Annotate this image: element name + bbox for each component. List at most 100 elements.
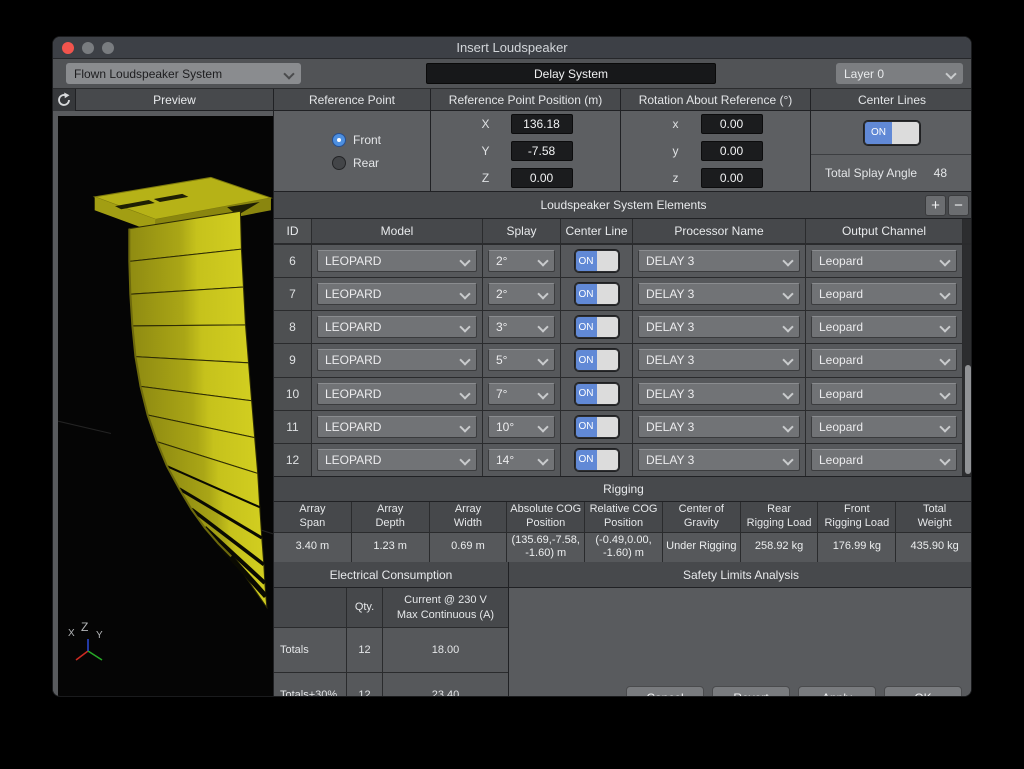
model-dropdown[interactable]: LEOPARD (317, 383, 477, 405)
chevron-down-icon (461, 390, 469, 398)
rotation-x-input[interactable]: 0.00 (701, 114, 763, 134)
output-channel-dropdown[interactable]: Leopard (811, 316, 957, 338)
chevron-down-icon (941, 390, 949, 398)
reset-view-button[interactable] (53, 89, 76, 111)
row-id: 9 (274, 344, 311, 376)
output-value: Leopard (819, 453, 863, 467)
output-channel-dropdown[interactable]: Leopard (811, 416, 957, 438)
model-dropdown[interactable]: LEOPARD (317, 250, 477, 272)
rotation-z-input[interactable]: 0.00 (701, 168, 763, 188)
reference-front-radio[interactable]: Front (332, 133, 381, 147)
minimize-window-icon[interactable] (82, 42, 94, 54)
splay-dropdown[interactable]: 10° (488, 416, 555, 438)
revert-button[interactable]: Revert (712, 686, 790, 697)
toolbar: Flown Loudspeaker System Delay System La… (53, 59, 971, 89)
chevron-down-icon (539, 423, 547, 431)
add-element-button[interactable]: + (925, 195, 946, 216)
centerline-toggle[interactable]: ON (575, 250, 619, 272)
model-value: LEOPARD (325, 287, 381, 301)
current-header: Current @ 230 V Max Continuous (A) (383, 588, 508, 627)
table-row: 11 LEOPARD 10° ON DELAY 3 Leopard (274, 411, 972, 443)
model-dropdown[interactable]: LEOPARD (317, 349, 477, 371)
chevron-down-icon (539, 456, 547, 464)
reference-rear-radio[interactable]: Rear (332, 156, 379, 170)
qty-header: Qty. (347, 588, 382, 627)
processor-dropdown[interactable]: DELAY 3 (638, 316, 800, 338)
center-lines-toggle[interactable]: ON (864, 121, 920, 145)
table-row: 6 LEOPARD 2° ON DELAY 3 Leopard (274, 245, 972, 277)
model-value: LEOPARD (325, 453, 381, 467)
position-z-input[interactable]: 0.00 (511, 168, 573, 188)
centerline-toggle[interactable]: ON (575, 316, 619, 338)
top-settings-grid: Reference Point Front Rear (274, 89, 972, 191)
model-dropdown[interactable]: LEOPARD (317, 316, 477, 338)
processor-dropdown[interactable]: DELAY 3 (638, 383, 800, 405)
table-row: 12 LEOPARD 14° ON DELAY 3 Leopard (274, 444, 972, 476)
splay-dropdown[interactable]: 7° (488, 383, 555, 405)
position-x-input[interactable]: 136.18 (511, 114, 573, 134)
system-name-input[interactable]: Delay System (426, 63, 716, 84)
center-of-gravity-value: Under Rigging (663, 533, 740, 563)
toggle-on-label: ON (576, 350, 597, 370)
splay-value: 10° (496, 420, 514, 434)
remove-element-button[interactable]: − (948, 195, 969, 216)
processor-value: DELAY 3 (646, 353, 694, 367)
rotation-y-label: y (669, 144, 683, 158)
rotation-y-input[interactable]: 0.00 (701, 141, 763, 161)
output-channel-dropdown[interactable]: Leopard (811, 250, 957, 272)
processor-value: DELAY 3 (646, 254, 694, 268)
processor-dropdown[interactable]: DELAY 3 (638, 349, 800, 371)
toggle-knob (597, 384, 618, 404)
layer-dropdown[interactable]: Layer 0 (836, 63, 963, 84)
cancel-button[interactable]: Cancel (626, 686, 704, 697)
splay-dropdown[interactable]: 2° (488, 283, 555, 305)
title-bar: Insert Loudspeaker (53, 37, 971, 59)
centerline-toggle[interactable]: ON (575, 383, 619, 405)
chevron-down-icon (941, 423, 949, 431)
scrollbar-thumb[interactable] (965, 365, 971, 474)
model-dropdown[interactable]: LEOPARD (317, 449, 477, 471)
window-title: Insert Loudspeaker (53, 40, 971, 55)
processor-dropdown[interactable]: DELAY 3 (638, 416, 800, 438)
splay-dropdown[interactable]: 2° (488, 250, 555, 272)
axis-triad: X Z Y (66, 619, 128, 665)
centerline-toggle[interactable]: ON (575, 283, 619, 305)
processor-dropdown[interactable]: DELAY 3 (638, 283, 800, 305)
processor-dropdown[interactable]: DELAY 3 (638, 250, 800, 272)
ok-button[interactable]: OK (884, 686, 962, 697)
output-channel-dropdown[interactable]: Leopard (811, 383, 957, 405)
splay-dropdown[interactable]: 5° (488, 349, 555, 371)
output-channel-dropdown[interactable]: Leopard (811, 283, 957, 305)
electrical-header-label: Electrical Consumption (330, 568, 453, 582)
preview-header: Preview (76, 89, 273, 111)
zoom-window-icon[interactable] (102, 42, 114, 54)
absolute-cog-value: (135.69,-7.58, -1.60) m (507, 533, 584, 563)
processor-value: DELAY 3 (646, 320, 694, 334)
processor-dropdown[interactable]: DELAY 3 (638, 449, 800, 471)
close-window-icon[interactable] (62, 42, 74, 54)
position-z-label: Z (479, 171, 493, 185)
totals30-qty: 12 (347, 673, 382, 697)
toggle-on-label: ON (576, 417, 597, 437)
chevron-down-icon (461, 257, 469, 265)
table-row: 7 LEOPARD 2° ON DELAY 3 Leopard (274, 278, 972, 310)
preview-3d-viewport[interactable]: X Z Y (58, 116, 273, 697)
system-name-value: Delay System (534, 67, 608, 81)
model-dropdown[interactable]: LEOPARD (317, 416, 477, 438)
insert-loudspeaker-dialog: Insert Loudspeaker Flown Loudspeaker Sys… (52, 36, 972, 697)
output-channel-dropdown[interactable]: Leopard (811, 349, 957, 371)
centerline-toggle[interactable]: ON (575, 349, 619, 371)
system-type-dropdown[interactable]: Flown Loudspeaker System (66, 63, 301, 84)
splay-dropdown[interactable]: 14° (488, 449, 555, 471)
centerline-toggle[interactable]: ON (575, 449, 619, 471)
output-channel-dropdown[interactable]: Leopard (811, 449, 957, 471)
splay-dropdown[interactable]: 3° (488, 316, 555, 338)
position-y-input[interactable]: -7.58 (511, 141, 573, 161)
model-dropdown[interactable]: LEOPARD (317, 283, 477, 305)
table-scrollbar[interactable] (963, 245, 972, 476)
apply-button[interactable]: Apply (798, 686, 876, 697)
safety-header-label: Safety Limits Analysis (683, 568, 799, 582)
centerline-toggle[interactable]: ON (575, 416, 619, 438)
chevron-down-icon (941, 356, 949, 364)
chevron-down-icon (941, 456, 949, 464)
